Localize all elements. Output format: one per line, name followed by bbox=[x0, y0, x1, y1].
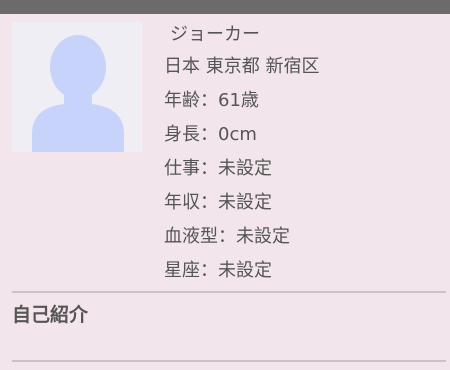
profile-zodiac: 星座：未設定 bbox=[164, 260, 272, 281]
divider bbox=[12, 360, 446, 362]
profile-location: 日本 東京都 新宿区 bbox=[164, 56, 320, 77]
profile-income: 年収：未設定 bbox=[164, 192, 272, 213]
avatar[interactable] bbox=[12, 22, 142, 152]
profile-blood-type: 血液型：未設定 bbox=[164, 226, 290, 247]
profile-job: 仕事：未設定 bbox=[164, 158, 272, 179]
self-intro-heading: 自己紹介 bbox=[12, 304, 89, 326]
default-user-silhouette-icon bbox=[12, 22, 142, 152]
profile-name: ジョーカー bbox=[170, 24, 260, 45]
divider bbox=[12, 291, 446, 293]
profile-height: 身長：0cm bbox=[164, 124, 257, 145]
profile-age: 年齢：61歳 bbox=[164, 90, 259, 111]
profile-info: ジョーカー 日本 東京都 新宿区 年齢：61歳 身長：0cm 仕事：未設定 年収… bbox=[164, 22, 444, 288]
status-bar bbox=[0, 0, 450, 14]
